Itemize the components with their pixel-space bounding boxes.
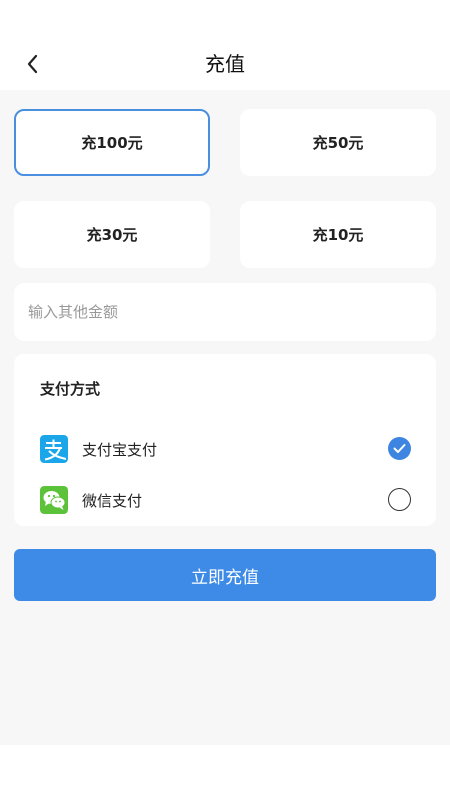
amount-option-50[interactable]: 充50元: [240, 109, 436, 176]
alipay-label: 支付宝支付: [82, 441, 158, 459]
payment-method-card: 支付方式 支付宝支付 微信支付: [14, 354, 436, 526]
wechat-radio-unchecked[interactable]: [388, 488, 411, 511]
alipay-icon: [40, 435, 68, 463]
main-content: 充100元 充50元 充30元 充10元 支付方式 支付宝支付: [0, 90, 450, 745]
payment-option-alipay[interactable]: 支付宝支付: [14, 427, 436, 471]
amount-option-10[interactable]: 充10元: [240, 201, 436, 268]
amount-option-100[interactable]: 充100元: [14, 109, 210, 176]
payment-option-wechat[interactable]: 微信支付: [14, 478, 436, 522]
payment-method-title: 支付方式: [40, 380, 101, 398]
custom-amount-input[interactable]: [14, 283, 436, 341]
wechat-icon: [40, 486, 68, 514]
bottom-area: [0, 745, 450, 800]
check-icon: [393, 444, 406, 453]
alipay-radio-checked[interactable]: [388, 437, 411, 460]
amount-option-30[interactable]: 充30元: [14, 201, 210, 268]
recharge-now-button[interactable]: 立即充值: [14, 549, 436, 601]
page-title: 充值: [205, 52, 245, 76]
header: 充值: [0, 0, 450, 90]
wechat-label: 微信支付: [82, 492, 143, 510]
